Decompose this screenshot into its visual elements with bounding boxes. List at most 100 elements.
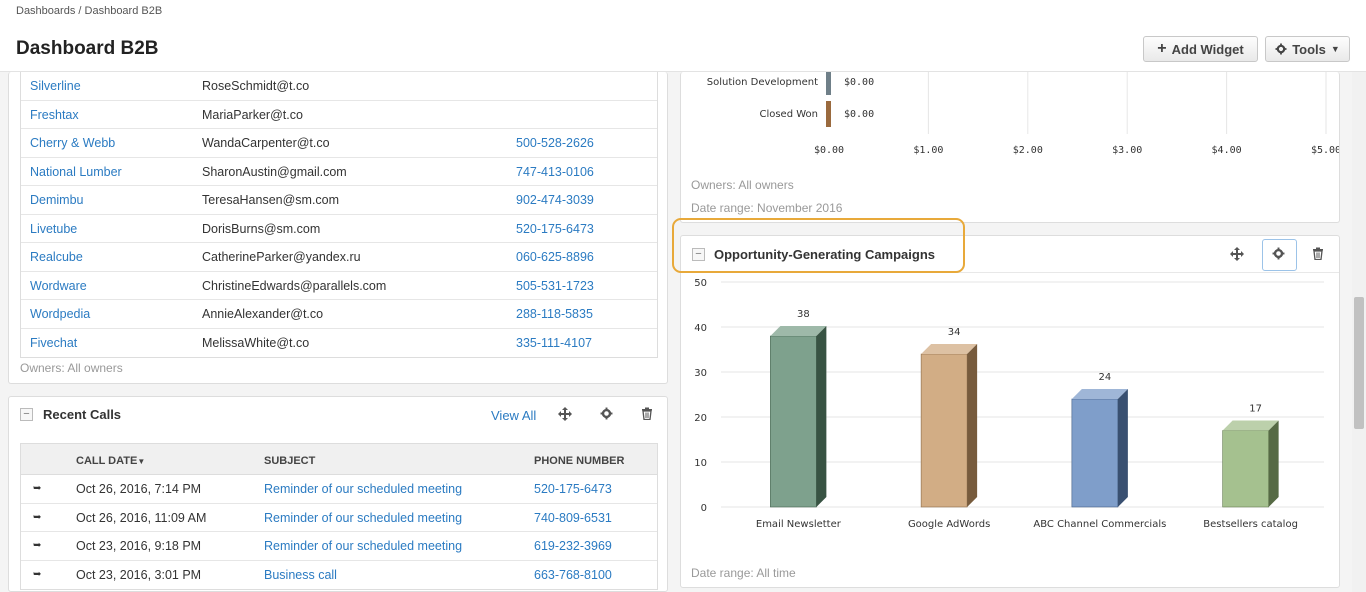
data-label: $0.00 <box>844 109 874 120</box>
contact-email: MariaParker@t.co <box>202 107 303 122</box>
company-link[interactable]: Silverline <box>30 79 81 93</box>
company-link[interactable]: Demimbu <box>30 193 84 207</box>
move-icon[interactable] <box>1230 247 1244 264</box>
trash-icon[interactable] <box>641 407 653 423</box>
page-title: Dashboard B2B <box>16 38 159 59</box>
table-row: Freshtax MariaParker@t.co <box>21 101 657 129</box>
bar <box>826 72 831 95</box>
column-call-date[interactable]: CALL DATE▼ <box>76 455 145 467</box>
contacts-table: Silverline RoseSchmidt@t.co Freshtax Mar… <box>20 72 658 358</box>
add-widget-button[interactable]: + Add Widget <box>1143 36 1258 62</box>
owners-filter-note: Owners: All owners <box>691 178 794 192</box>
outgoing-call-icon: ➥ <box>33 540 42 551</box>
company-link[interactable]: Livetube <box>30 222 77 236</box>
call-date: Oct 26, 2016, 11:09 AM <box>76 510 207 525</box>
call-phone-link[interactable]: 520-175-6473 <box>534 482 612 496</box>
company-link[interactable]: National Lumber <box>30 165 122 179</box>
category-label: Google AdWords <box>908 519 990 530</box>
table-row: Realcube CatherineParker@yandex.ru 060-6… <box>21 243 657 272</box>
company-link[interactable]: Cherry & Webb <box>30 136 115 150</box>
date-range-note: Date range: All time <box>691 566 796 580</box>
contact-phone[interactable]: 902-474-3039 <box>516 193 594 207</box>
contact-phone[interactable]: 500-528-2626 <box>516 136 594 150</box>
contact-email: WandaCarpenter@t.co <box>202 136 330 150</box>
call-phone-link[interactable]: 663-768-8100 <box>534 568 612 582</box>
column-phone-number[interactable]: PHONE NUMBER <box>534 455 624 467</box>
gear-icon <box>1275 43 1287 55</box>
x-tick-label: $1.00 <box>913 145 943 156</box>
call-subject-link[interactable]: Business call <box>264 568 337 582</box>
call-subject-link[interactable]: Reminder of our scheduled meeting <box>264 482 462 496</box>
x-tick-label: $5.00 <box>1311 145 1339 156</box>
company-link[interactable]: Wordware <box>30 279 87 293</box>
call-date: Oct 23, 2016, 3:01 PM <box>76 567 202 582</box>
company-link[interactable]: Realcube <box>30 250 83 264</box>
recent-calls-title: Recent Calls <box>43 407 122 422</box>
sort-desc-icon: ▼ <box>137 457 146 466</box>
contact-email: MelissaWhite@t.co <box>202 335 310 350</box>
pipeline-widget: $0.00 $1.00 $2.00 $3.00 $4.00 $5.00 Solution D… <box>680 72 1340 223</box>
column-subject[interactable]: SUBJECT <box>264 455 315 467</box>
call-subject-link[interactable]: Reminder of our scheduled meeting <box>264 511 462 525</box>
breadcrumb-dashboards[interactable]: Dashboards <box>16 5 75 17</box>
pipeline-chart: $0.00 $1.00 $2.00 $3.00 $4.00 $5.00 Solution D… <box>707 72 1339 156</box>
x-tick-label: $3.00 <box>1112 145 1142 156</box>
category-label: Solution Development <box>707 77 818 88</box>
table-row: ➥ Oct 23, 2016, 9:18 PM Reminder of our … <box>21 532 657 561</box>
recent-calls-header: − Recent Calls View All <box>9 397 667 434</box>
table-row: ➥ Oct 26, 2016, 7:14 PM Reminder of our … <box>21 475 657 504</box>
trash-icon[interactable] <box>1312 247 1324 263</box>
bar <box>826 101 831 127</box>
collapse-icon[interactable]: − <box>20 408 33 421</box>
scrollbar-thumb[interactable] <box>1354 297 1364 429</box>
outgoing-call-icon: ➥ <box>33 483 42 494</box>
y-tick-label: 50 <box>694 278 707 289</box>
category-label: ABC Channel Commercials <box>1033 519 1166 530</box>
add-widget-label: Add Widget <box>1171 41 1244 57</box>
contact-phone[interactable]: 747-413-0106 <box>516 165 594 179</box>
contact-email: ChristineEdwards@parallels.com <box>202 278 387 293</box>
table-row: Wordpedia AnnieAlexander@t.co 288-118-58… <box>21 300 657 329</box>
plus-icon: + <box>1157 40 1167 57</box>
contact-phone[interactable]: 505-531-1723 <box>516 279 594 293</box>
table-row: Silverline RoseSchmidt@t.co <box>21 72 657 101</box>
data-label: 17 <box>1249 404 1262 415</box>
company-link[interactable]: Wordpedia <box>30 307 90 321</box>
breadcrumb: Dashboards / Dashboard B2B <box>16 5 162 17</box>
contact-phone[interactable]: 335-111-4107 <box>516 336 592 350</box>
bar <box>1071 389 1128 508</box>
table-row: Demimbu TeresaHansen@sm.com 902-474-3039 <box>21 186 657 215</box>
table-row: National Lumber SharonAustin@gmail.com 7… <box>21 158 657 186</box>
y-tick-label: 20 <box>694 413 707 424</box>
outgoing-call-icon: ➥ <box>33 511 42 523</box>
gear-icon[interactable] <box>600 407 613 423</box>
tools-button[interactable]: Tools ▼ <box>1265 36 1350 62</box>
table-row: Livetube DorisBurns@sm.com 520-175-6473 <box>21 215 657 243</box>
contact-email: AnnieAlexander@t.co <box>202 307 324 321</box>
call-phone-link[interactable]: 740-809-6531 <box>534 511 612 525</box>
company-link[interactable]: Fivechat <box>30 336 77 350</box>
tools-label: Tools <box>1292 41 1326 57</box>
company-link[interactable]: Freshtax <box>30 108 79 122</box>
move-icon[interactable] <box>558 407 572 424</box>
contact-email: TeresaHansen@sm.com <box>202 193 340 207</box>
y-tick-label: 30 <box>694 368 707 379</box>
gear-button-focus[interactable] <box>1262 239 1297 271</box>
page-header: Dashboards / Dashboard B2B Dashboard B2B… <box>0 0 1366 72</box>
y-tick-label: 10 <box>694 458 707 469</box>
call-subject-link[interactable]: Reminder of our scheduled meeting <box>264 539 462 553</box>
contact-phone[interactable]: 520-175-6473 <box>516 222 594 236</box>
campaigns-chart: 50 40 30 20 10 0 38 Email Newsletter 34 Google Ad… <box>694 278 1324 530</box>
contact-phone[interactable]: 060-625-8896 <box>516 250 594 264</box>
call-phone-link[interactable]: 619-232-3969 <box>534 539 612 553</box>
view-all-link[interactable]: View All <box>491 408 536 423</box>
table-row: ➥ Oct 23, 2016, 3:01 PM Business call 66… <box>21 561 657 590</box>
bar <box>1222 420 1279 508</box>
contact-email: DorisBurns@sm.com <box>202 221 321 236</box>
category-label: Email Newsletter <box>756 519 842 530</box>
table-row: Fivechat MelissaWhite@t.co 335-111-4107 <box>21 329 657 358</box>
data-label: $0.00 <box>844 77 874 88</box>
contact-phone[interactable]: 288-118-5835 <box>516 307 593 321</box>
data-label: 34 <box>948 327 961 338</box>
contact-email: CatherineParker@yandex.ru <box>202 250 361 264</box>
